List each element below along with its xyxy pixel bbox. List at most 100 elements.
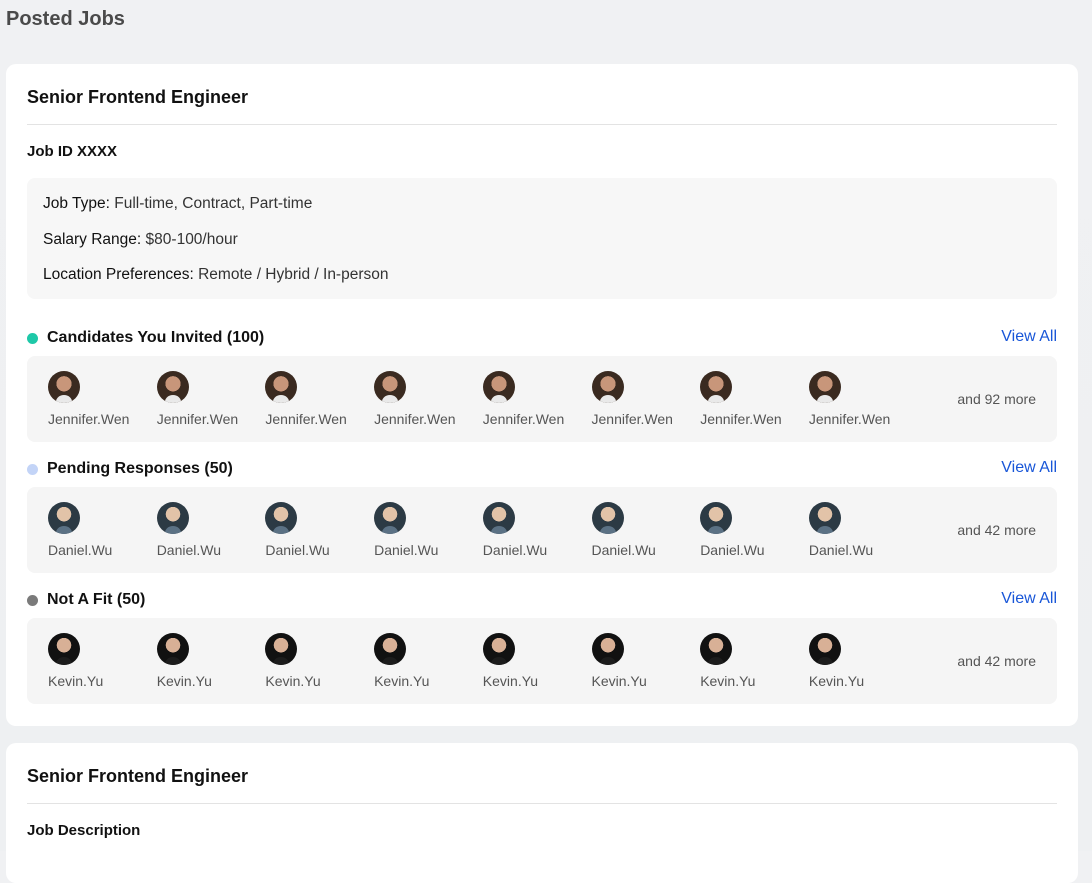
candidate-item[interactable]: Kevin.Yu: [353, 633, 453, 689]
avatar-icon: [482, 633, 515, 665]
status-dot-invited: [27, 332, 38, 344]
candidate-name: Jennifer.Wen: [265, 411, 347, 427]
candidate-item[interactable]: Daniel.Wu: [571, 502, 671, 558]
candidate-name: Daniel.Wu: [808, 542, 874, 558]
candidate-name: Jennifer.Wen: [700, 411, 782, 427]
avatar-icon: [482, 502, 515, 534]
section-pending-header: Pending Responses (50) View All: [27, 458, 1057, 480]
candidate-item[interactable]: Daniel.Wu: [679, 502, 779, 558]
candidate-name: Daniel.Wu: [374, 542, 439, 558]
job-card: Senior Frontend Engineer Job Description: [6, 743, 1078, 883]
candidate-name: Kevin.Yu: [808, 673, 865, 689]
avatar-icon: [591, 502, 624, 534]
detail-job-type: Job Type: Full-time, Contract, Part-time: [43, 194, 1041, 230]
candidate-item[interactable]: Daniel.Wu: [788, 502, 888, 558]
avatar-icon: [156, 502, 189, 534]
candidate-name: Kevin.Yu: [591, 673, 647, 689]
avatar-icon: [591, 633, 624, 665]
job-id: Job ID XXXX: [27, 143, 118, 160]
detail-key: Location Preferences:: [43, 266, 194, 283]
avatar-icon: [482, 371, 515, 403]
candidate-item[interactable]: Jennifer.Wen: [462, 371, 564, 427]
candidate-name: Kevin.Yu: [374, 673, 430, 689]
candidate-name: Daniel.Wu: [700, 542, 765, 558]
candidate-item[interactable]: Kevin.Yu: [571, 633, 671, 689]
avatar-icon: [265, 502, 298, 534]
candidate-item[interactable]: Kevin.Yu: [679, 633, 779, 689]
avatar-icon: [48, 502, 80, 534]
candidate-name: Kevin.Yu: [482, 673, 539, 689]
section-pending-list: Daniel.Wu Daniel.Wu Daniel.Wu Daniel.Wu Dani…: [27, 487, 1057, 573]
page-title: Posted Jobs: [6, 8, 125, 30]
section-label: Pending Responses (50): [47, 460, 233, 477]
candidate-name: Jennifer.Wen: [48, 411, 130, 427]
detail-salary-range: Salary Range: $80-100/hour: [43, 230, 1041, 266]
candidate-name: Kevin.Yu: [48, 673, 104, 689]
candidate-item[interactable]: Daniel.Wu: [27, 502, 127, 558]
candidate-item[interactable]: Jennifer.Wen: [136, 371, 238, 427]
view-all-link[interactable]: View All: [1001, 459, 1057, 477]
avatar-icon: [156, 633, 189, 665]
detail-value: $80-100/hour: [145, 230, 238, 248]
candidate-name: Kevin.Yu: [156, 673, 212, 689]
candidate-item[interactable]: Jennifer.Wen: [27, 371, 130, 427]
candidate-item[interactable]: Jennifer.Wen: [244, 371, 347, 427]
candidate-item[interactable]: Jennifer.Wen: [788, 371, 891, 427]
job-card: Senior Frontend Engineer Job ID XXXX Job…: [6, 64, 1078, 726]
avatar-icon: [700, 633, 733, 665]
candidate-name: Daniel.Wu: [591, 542, 656, 558]
candidate-item[interactable]: Jennifer.Wen: [679, 371, 782, 427]
avatar-icon: [808, 633, 841, 665]
more-count: and 42 more: [957, 522, 1036, 538]
more-count: and 92 more: [957, 391, 1036, 407]
status-dot-not-fit: [27, 594, 38, 606]
candidate-item[interactable]: Kevin.Yu: [788, 633, 888, 689]
candidate-name: Daniel.Wu: [265, 542, 330, 558]
section-not-fit-header: Not A Fit (50) View All: [27, 589, 1057, 611]
avatar-icon: [808, 371, 841, 403]
job-title[interactable]: Senior Frontend Engineer: [27, 743, 1057, 804]
avatar-icon: [700, 371, 733, 403]
candidate-name: Daniel.Wu: [482, 542, 548, 558]
candidate-name: Kevin.Yu: [700, 673, 756, 689]
detail-value: Full-time, Contract, Part-time: [114, 195, 313, 212]
candidate-item[interactable]: Jennifer.Wen: [353, 371, 456, 427]
more-count: and 42 more: [957, 653, 1036, 669]
candidate-item[interactable]: Jennifer.Wen: [571, 371, 673, 427]
section-invited-header: Candidates You Invited (100) View All: [27, 327, 1057, 349]
avatar-icon: [48, 633, 80, 665]
avatar-icon: [700, 502, 733, 534]
candidate-name: Jennifer.Wen: [591, 411, 673, 427]
candidate-item[interactable]: Kevin.Yu: [244, 633, 344, 689]
view-all-link[interactable]: View All: [1001, 590, 1057, 608]
avatar-icon: [374, 371, 407, 403]
candidate-item[interactable]: Kevin.Yu: [462, 633, 562, 689]
candidate-name: Kevin.Yu: [265, 673, 321, 689]
section-label: Candidates You Invited (100): [47, 329, 265, 346]
avatar-icon: [374, 633, 407, 665]
avatar-icon: [265, 633, 298, 665]
status-dot-pending: [27, 463, 38, 475]
candidate-item[interactable]: Daniel.Wu: [244, 502, 344, 558]
detail-key: Job Type:: [43, 195, 110, 212]
job-description-heading: Job Description: [27, 822, 141, 839]
detail-value: Remote / Hybrid / In-person: [198, 266, 389, 283]
candidate-item[interactable]: Daniel.Wu: [462, 502, 562, 558]
candidate-name: Daniel.Wu: [48, 542, 113, 558]
candidate-item[interactable]: Daniel.Wu: [353, 502, 453, 558]
section-invited-list: Jennifer.Wen Jennifer.Wen Jennifer.Wen Jenn…: [27, 356, 1057, 442]
avatar-icon: [265, 371, 298, 403]
candidate-item[interactable]: Daniel.Wu: [136, 502, 236, 558]
view-all-link[interactable]: View All: [1001, 328, 1057, 346]
candidate-item[interactable]: Kevin.Yu: [27, 633, 127, 689]
job-title[interactable]: Senior Frontend Engineer: [27, 64, 1057, 125]
detail-key: Salary Range:: [43, 230, 142, 248]
section-label: Not A Fit (50): [47, 591, 146, 608]
detail-location: Location Preferences: Remote / Hybrid / …: [43, 265, 1041, 301]
candidate-name: Jennifer.Wen: [808, 411, 891, 427]
candidate-name: Daniel.Wu: [156, 542, 222, 558]
candidate-item[interactable]: Kevin.Yu: [136, 633, 236, 689]
avatar-icon: [808, 502, 841, 534]
avatar-icon: [156, 371, 189, 403]
job-details: Job Type: Full-time, Contract, Part-time…: [27, 178, 1057, 299]
